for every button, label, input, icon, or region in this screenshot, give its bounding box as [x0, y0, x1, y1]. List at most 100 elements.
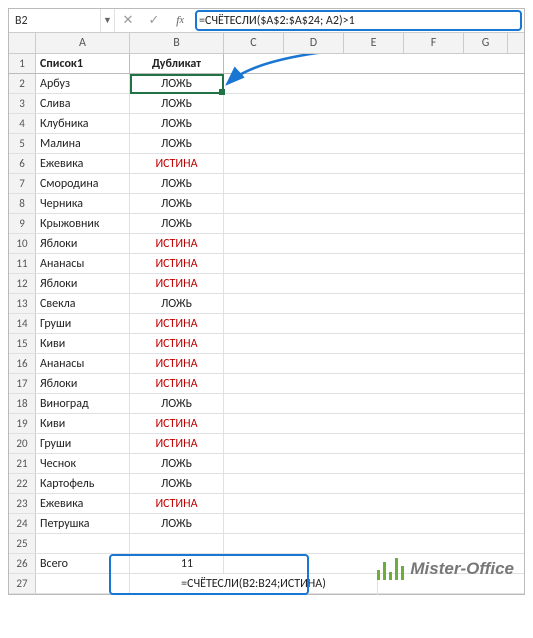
- cell-B[interactable]: ИСТИНА: [130, 314, 224, 333]
- empty-cells[interactable]: [224, 374, 524, 393]
- col-header-C[interactable]: C: [224, 33, 284, 53]
- row-header[interactable]: 25: [9, 534, 36, 553]
- empty-cells[interactable]: [224, 494, 524, 513]
- empty-cells[interactable]: [224, 454, 524, 473]
- empty-cells[interactable]: [224, 134, 524, 153]
- cell-B[interactable]: ЛОЖЬ: [130, 134, 224, 153]
- cell-B[interactable]: ИСТИНА: [130, 234, 224, 253]
- row-header[interactable]: 2: [9, 74, 36, 93]
- cell-A[interactable]: Малина: [36, 134, 130, 153]
- empty-cells[interactable]: [224, 434, 524, 453]
- row-header[interactable]: 1: [9, 54, 36, 73]
- cell-A[interactable]: Груши: [36, 314, 130, 333]
- cell-B[interactable]: ЛОЖЬ: [130, 474, 224, 493]
- empty-cells[interactable]: [224, 94, 524, 113]
- empty-cells[interactable]: [224, 274, 524, 293]
- cell-A[interactable]: Яблоки: [36, 374, 130, 393]
- cell-A[interactable]: [36, 534, 130, 553]
- fx-icon[interactable]: fx: [167, 9, 193, 32]
- row-header[interactable]: 17: [9, 374, 36, 393]
- row-header[interactable]: 24: [9, 514, 36, 533]
- cell-A[interactable]: Черника: [36, 194, 130, 213]
- empty-cells[interactable]: [224, 194, 524, 213]
- empty-cells[interactable]: [224, 414, 524, 433]
- cell-B[interactable]: ЛОЖЬ: [130, 174, 224, 193]
- row-header[interactable]: 27: [9, 574, 36, 593]
- cell-A[interactable]: Киви: [36, 414, 130, 433]
- col-header-D[interactable]: D: [284, 33, 344, 53]
- empty-cells[interactable]: [224, 554, 524, 573]
- total-label[interactable]: Всего: [36, 554, 130, 573]
- col-header-G[interactable]: G: [464, 33, 508, 53]
- row-header[interactable]: 23: [9, 494, 36, 513]
- row-header[interactable]: 15: [9, 334, 36, 353]
- cell-B[interactable]: ЛОЖЬ: [130, 94, 224, 113]
- empty-cells[interactable]: [224, 394, 524, 413]
- header-cell-B[interactable]: Дубликат: [130, 54, 224, 73]
- row-header[interactable]: 21: [9, 454, 36, 473]
- cell-A[interactable]: [36, 574, 130, 595]
- name-box[interactable]: B2: [9, 9, 101, 32]
- cell-A[interactable]: Свекла: [36, 294, 130, 313]
- row-header[interactable]: 26: [9, 554, 36, 573]
- cell-B[interactable]: ЛОЖЬ: [130, 74, 224, 93]
- total-value[interactable]: 11: [130, 554, 224, 573]
- empty-cells[interactable]: [224, 174, 524, 193]
- cancel-icon[interactable]: ✕: [115, 9, 141, 32]
- empty-cells[interactable]: [224, 294, 524, 313]
- cell-B[interactable]: ИСТИНА: [130, 334, 224, 353]
- cell-A[interactable]: Яблоки: [36, 274, 130, 293]
- formula-cell[interactable]: =СЧЁТЕСЛИ(B2:B24;ИСТИНА): [130, 574, 378, 595]
- empty-cells[interactable]: [224, 314, 524, 333]
- empty-cells[interactable]: [224, 234, 524, 253]
- cell-B[interactable]: ЛОЖЬ: [130, 194, 224, 213]
- enter-icon[interactable]: ✓: [141, 9, 167, 32]
- cell-B[interactable]: ЛОЖЬ: [130, 454, 224, 473]
- cell-A[interactable]: Ананасы: [36, 354, 130, 373]
- cell-B[interactable]: ИСТИНА: [130, 434, 224, 453]
- cell-A[interactable]: Ежевика: [36, 154, 130, 173]
- row-header[interactable]: 22: [9, 474, 36, 493]
- empty-cells[interactable]: [224, 354, 524, 373]
- row-header[interactable]: 14: [9, 314, 36, 333]
- cell-B[interactable]: ЛОЖЬ: [130, 214, 224, 233]
- row-header[interactable]: 3: [9, 94, 36, 113]
- cell-A[interactable]: Ананасы: [36, 254, 130, 273]
- empty-cells[interactable]: [224, 534, 524, 553]
- cell-A[interactable]: Петрушка: [36, 514, 130, 533]
- empty-cells[interactable]: [378, 574, 524, 593]
- row-header[interactable]: 11: [9, 254, 36, 273]
- col-header-E[interactable]: E: [344, 33, 404, 53]
- cell-A[interactable]: Смородина: [36, 174, 130, 193]
- empty-cells[interactable]: [224, 114, 524, 133]
- cell-A[interactable]: Картофель: [36, 474, 130, 493]
- empty-cells[interactable]: [224, 74, 524, 93]
- row-header[interactable]: 18: [9, 394, 36, 413]
- empty-cells[interactable]: [224, 154, 524, 173]
- cell-A[interactable]: Слива: [36, 94, 130, 113]
- row-header[interactable]: 9: [9, 214, 36, 233]
- row-header[interactable]: 5: [9, 134, 36, 153]
- row-header[interactable]: 12: [9, 274, 36, 293]
- cell-B[interactable]: ИСТИНА: [130, 374, 224, 393]
- row-header[interactable]: 20: [9, 434, 36, 453]
- row-header[interactable]: 6: [9, 154, 36, 173]
- cell-B[interactable]: ЛОЖЬ: [130, 514, 224, 533]
- cell-B[interactable]: ЛОЖЬ: [130, 394, 224, 413]
- cell-A[interactable]: Клубника: [36, 114, 130, 133]
- cell-A[interactable]: Груши: [36, 434, 130, 453]
- cell-B[interactable]: ИСТИНА: [130, 154, 224, 173]
- cell-A[interactable]: Ежевика: [36, 494, 130, 513]
- empty-cells[interactable]: [224, 214, 524, 233]
- cell-B[interactable]: ИСТИНА: [130, 494, 224, 513]
- cell-A[interactable]: Киви: [36, 334, 130, 353]
- cell-A[interactable]: Арбуз: [36, 74, 130, 93]
- row-header[interactable]: 13: [9, 294, 36, 313]
- row-header[interactable]: 10: [9, 234, 36, 253]
- empty-cells[interactable]: [224, 54, 524, 73]
- cell-B[interactable]: ИСТИНА: [130, 414, 224, 433]
- formula-input[interactable]: =СЧЁТЕСЛИ($A$2:$A$24; A2)>1: [193, 9, 524, 32]
- cell-B[interactable]: ИСТИНА: [130, 354, 224, 373]
- select-all-corner[interactable]: [9, 33, 36, 53]
- cell-A[interactable]: Яблоки: [36, 234, 130, 253]
